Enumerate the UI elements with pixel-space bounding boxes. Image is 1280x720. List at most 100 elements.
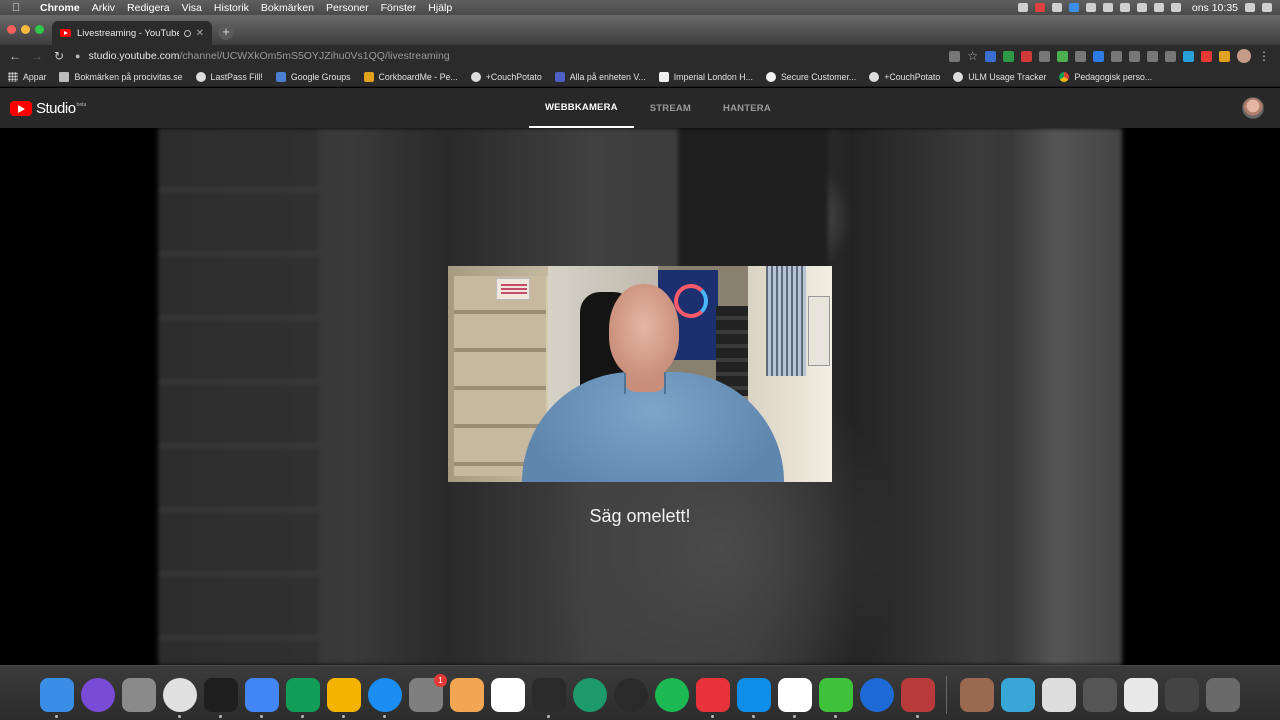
menu-clock[interactable]: ons 10:35 [1192, 2, 1238, 14]
acrobat-icon[interactable] [532, 678, 566, 712]
chrome-icon[interactable] [163, 678, 197, 712]
launchpad-icon[interactable] [122, 678, 156, 712]
fusion-360-icon[interactable] [450, 678, 484, 712]
tab-stream[interactable]: STREAM [634, 88, 707, 128]
airmail-icon[interactable] [573, 678, 607, 712]
download-icon[interactable] [1001, 678, 1035, 712]
bookmark-item[interactable]: +CouchPotato [869, 71, 940, 82]
notification-badge: 1 [434, 674, 447, 687]
bookmark-item[interactable]: +CouchPotato [470, 71, 542, 82]
bookmark-item[interactable]: Appar [8, 71, 46, 82]
slack-icon[interactable] [491, 678, 525, 712]
remote-desktop-icon[interactable] [696, 678, 730, 712]
camera-icon[interactable] [949, 50, 961, 62]
menu-hjalp[interactable]: Hjälp [428, 2, 452, 14]
bookmark-star-icon[interactable]: ☆ [967, 49, 978, 63]
extension-icon[interactable] [1201, 50, 1212, 62]
terminal-icon[interactable] [204, 678, 238, 712]
status-icon[interactable] [1102, 3, 1113, 12]
reload-icon[interactable]: ↻ [48, 49, 70, 63]
status-icon[interactable] [1017, 3, 1028, 12]
menu-historik[interactable]: Historik [214, 2, 249, 14]
wunderlist-icon[interactable] [778, 678, 812, 712]
close-tab-icon[interactable]: ✕ [196, 28, 204, 39]
tab-hantera[interactable]: HANTERA [707, 88, 787, 128]
status-icon[interactable] [1085, 3, 1096, 12]
status-icon[interactable] [1051, 3, 1062, 12]
bookmark-item[interactable]: Secure Customer... [765, 71, 856, 82]
bookmark-item[interactable]: Pedagogisk perso... [1059, 71, 1152, 82]
spotlight-search-icon[interactable] [1245, 3, 1255, 12]
extension-icon[interactable] [1075, 50, 1086, 62]
trash-icon[interactable] [1206, 678, 1240, 712]
forward-arrow-icon[interactable]: → [26, 49, 48, 63]
recording-icon[interactable] [1034, 3, 1045, 12]
camtasia-window-thumbnail-icon[interactable] [1165, 678, 1199, 712]
bookmark-item[interactable]: Bokmärken på procivitas.se [59, 71, 183, 82]
notification-center-icon[interactable] [1262, 3, 1272, 12]
dropbox-icon[interactable] [1068, 3, 1079, 12]
bookmark-item[interactable]: ULM Usage Tracker [953, 71, 1046, 82]
lock-icon[interactable]: ● [75, 51, 80, 61]
youtube-studio-logo[interactable]: Studio beta [10, 100, 86, 117]
google-sheets-icon[interactable] [286, 678, 320, 712]
close-window-button[interactable] [7, 25, 16, 34]
browser-tab-livestreaming[interactable]: Livestreaming - YouTube S ✕ [52, 21, 212, 45]
window-thumbnail-icon[interactable] [1083, 678, 1117, 712]
app-store-icon[interactable] [368, 678, 402, 712]
menu-arkiv[interactable]: Arkiv [92, 2, 115, 14]
siri-icon[interactable] [81, 678, 115, 712]
extension-icon[interactable] [1129, 50, 1140, 62]
extension-icon[interactable] [1003, 50, 1014, 62]
new-tab-button[interactable]: + [218, 24, 234, 40]
extension-icon[interactable] [1219, 50, 1230, 62]
volume-icon[interactable] [1153, 3, 1164, 12]
back-arrow-icon[interactable]: ← [4, 49, 26, 63]
chrome-menu-icon[interactable]: ⋮ [1258, 49, 1270, 63]
extension-icon[interactable] [985, 50, 996, 62]
account-avatar[interactable] [1242, 97, 1264, 119]
wifi-icon[interactable] [1136, 3, 1147, 12]
menu-app-name[interactable]: Chrome [40, 2, 80, 14]
bookmark-item[interactable]: LastPass Fill! [195, 71, 263, 82]
extension-icon[interactable] [1111, 50, 1122, 62]
menu-fonster[interactable]: Fönster [381, 2, 417, 14]
edge-icon[interactable] [860, 678, 894, 712]
document-thumbnail-icon[interactable] [960, 678, 994, 712]
bookmark-item[interactable]: Google Groups [275, 71, 351, 82]
spotify-icon[interactable] [655, 678, 689, 712]
zoom-window-button[interactable] [35, 25, 44, 34]
finder-icon[interactable] [40, 678, 74, 712]
google-docs-icon[interactable] [245, 678, 279, 712]
menu-personer[interactable]: Personer [326, 2, 369, 14]
menu-bokmarken[interactable]: Bokmärken [261, 2, 314, 14]
extension-icon[interactable] [1057, 50, 1068, 62]
extension-icon[interactable] [1021, 50, 1032, 62]
extension-icon[interactable] [1147, 50, 1158, 62]
extension-icon[interactable] [1165, 50, 1176, 62]
system-preferences-icon[interactable]: 1 [409, 674, 447, 712]
address-bar[interactable]: ● studio.youtube.com /channel/UCWXkOm5mS… [75, 47, 975, 65]
wordpress-icon[interactable] [614, 678, 648, 712]
battery-icon[interactable] [1170, 3, 1181, 12]
status-icon[interactable] [1119, 3, 1130, 12]
menu-redigera[interactable]: Redigera [127, 2, 170, 14]
menu-visa[interactable]: Visa [182, 2, 202, 14]
bookmark-item[interactable]: Imperial London H... [658, 71, 753, 82]
running-app-indicator [342, 715, 345, 718]
screenshot-thumbnail-icon[interactable] [1042, 678, 1076, 712]
apple-menu-icon[interactable]:  [12, 2, 32, 14]
minimize-window-button[interactable] [21, 25, 30, 34]
extension-icon[interactable] [1183, 50, 1194, 62]
teamviewer-icon[interactable] [737, 678, 771, 712]
profile-avatar-icon[interactable] [1237, 49, 1251, 63]
google-slides-icon[interactable] [327, 678, 361, 712]
extension-icon[interactable] [1093, 50, 1104, 62]
bookmark-item[interactable]: CorkboardMe - Pe... [363, 71, 458, 82]
extension-icon[interactable] [1039, 50, 1050, 62]
camtasia-icon[interactable] [819, 678, 853, 712]
photo-booth-icon[interactable] [901, 678, 935, 712]
chrome-window-thumbnail-icon[interactable] [1124, 678, 1158, 712]
bookmark-item[interactable]: Alla på enheten V... [554, 71, 646, 82]
tab-webbkamera[interactable]: WEBBKAMERA [529, 88, 634, 128]
